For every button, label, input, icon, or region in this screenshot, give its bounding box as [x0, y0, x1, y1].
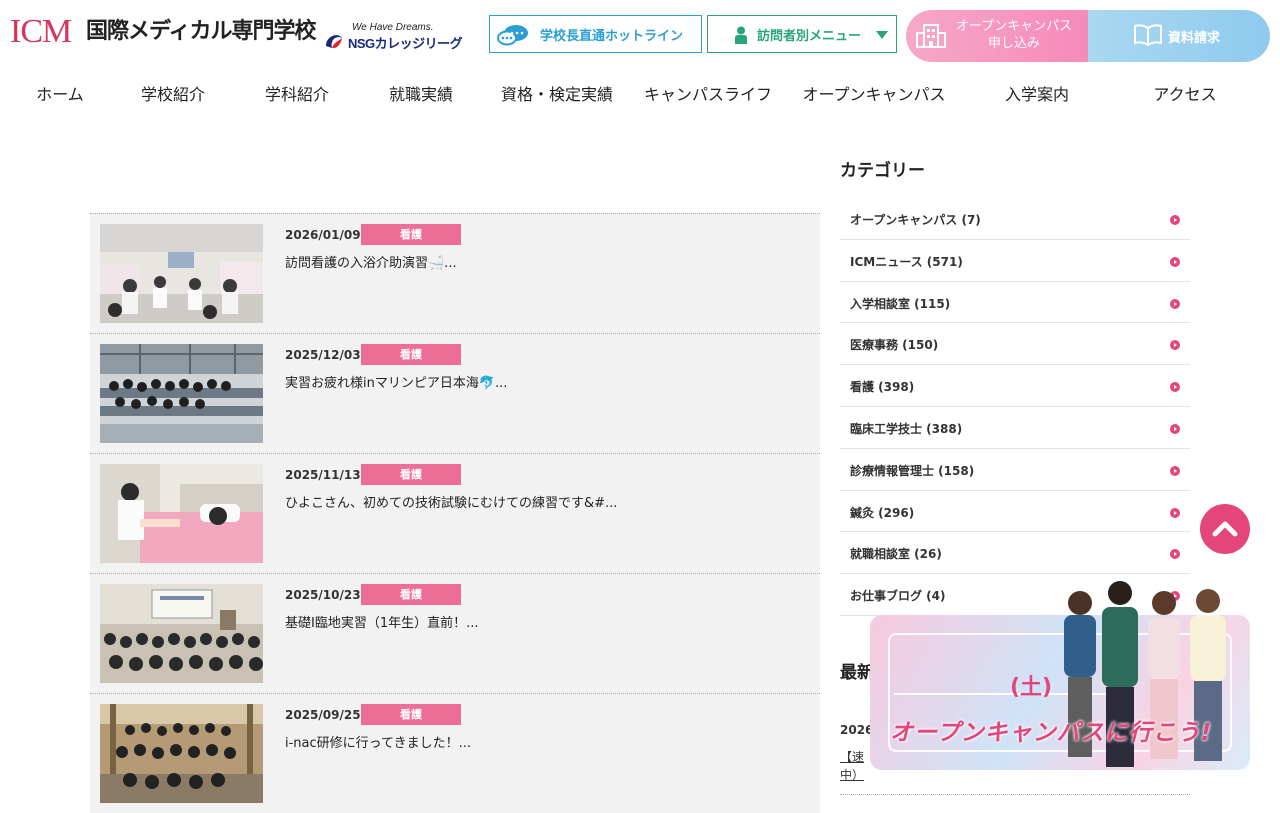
divider: [840, 794, 1190, 795]
category-label: ICMニュース (571): [850, 254, 963, 269]
category-label: 診療情報管理士 (158): [850, 463, 975, 478]
arrow-right-icon: [1170, 298, 1180, 309]
post-item[interactable]: 2025/11/13 看護 ひよこさん、初めての技術試験にむけての練習です&#.…: [90, 453, 820, 573]
banner-headline: オープンキャンパスに行こう!: [890, 720, 1213, 746]
post-list: 2026/01/09 看護 訪問看護の入浴介助演習🛁... 2025/12/03…: [90, 213, 820, 813]
open-book-icon: [1134, 24, 1162, 46]
category-label: 就職相談室 (26): [850, 547, 942, 562]
recent-post-link[interactable]: 【速: [840, 748, 864, 766]
post-thumbnail[interactable]: [100, 584, 263, 683]
post-thumbnail[interactable]: [100, 464, 263, 563]
open-campus-apply-button[interactable]: オープンキャンパス 申し込み: [906, 10, 1088, 62]
arrow-right-icon: [1170, 215, 1180, 225]
arrow-right-icon: [1170, 465, 1180, 476]
post-date: 2026/01/09: [285, 228, 361, 242]
person-icon: [735, 26, 747, 44]
building-icon: [916, 24, 946, 48]
category-item[interactable]: 臨床工学技士 (388): [840, 407, 1190, 449]
nav-item-employment[interactable]: 就職実績: [376, 76, 466, 114]
speech-bubble-icon: [497, 25, 528, 46]
logo-school-name: 国際メディカル専門学校: [86, 19, 316, 44]
category-item[interactable]: 診療情報管理士 (158): [840, 449, 1190, 491]
category-label: 医療事務 (150): [850, 338, 939, 353]
nsg-tagline: We Have Dreams.: [352, 22, 434, 33]
category-item[interactable]: 医療事務 (150): [840, 323, 1190, 366]
post-thumbnail[interactable]: [100, 704, 263, 803]
category-item[interactable]: オープンキャンパス (7): [840, 198, 1190, 240]
arrow-right-icon: [1170, 340, 1180, 351]
arrow-right-icon: [1170, 423, 1180, 434]
principal-hotline-button[interactable]: 学校長直通ホットライン: [489, 15, 702, 53]
open-campus-label-line2: 申し込み: [987, 36, 1040, 51]
main-nav: ホーム 学校紹介 学科紹介 就職実績 資格・検定実績 キャンパスライフ オープン…: [0, 76, 1280, 114]
category-list: オープンキャンパス (7) ICMニュース (571) 入学相談室 (115) …: [840, 198, 1190, 616]
nav-item-home[interactable]: ホーム: [20, 76, 100, 114]
post-thumbnail[interactable]: [100, 224, 263, 323]
category-item[interactable]: 鍼灸 (296): [840, 491, 1190, 533]
post-title[interactable]: 基礎Ⅰ臨地実習（1年生）直前！...: [285, 615, 479, 633]
post-item[interactable]: 2025/10/23 看護 基礎Ⅰ臨地実習（1年生）直前！...: [90, 573, 820, 693]
nav-item-admissions[interactable]: 入学案内: [992, 76, 1082, 114]
open-campus-banner[interactable]: (土) オープンキャンパスに行こう!: [870, 579, 1250, 770]
nav-item-access[interactable]: アクセス: [1140, 76, 1230, 114]
category-label: オープンキャンパス (7): [850, 213, 981, 227]
visitor-menu-dropdown[interactable]: 訪問者別メニュー: [707, 15, 897, 53]
post-title[interactable]: 訪問看護の入浴介助演習🛁...: [285, 255, 457, 273]
post-item[interactable]: 2025/12/03 看護 実習お疲れ様inマリンピア日本海🐬...: [90, 333, 820, 453]
recent-post-date: 2026: [840, 723, 874, 737]
arrow-right-icon: [1170, 382, 1180, 393]
document-request-label: 資料請求: [1168, 31, 1221, 46]
back-to-top-button[interactable]: [1200, 504, 1250, 554]
category-label: 看護 (398): [850, 380, 915, 395]
nsg-name: NSGカレッジリーグ: [348, 36, 463, 51]
chevron-down-icon: [876, 31, 888, 39]
post-category-badge[interactable]: 看護: [361, 344, 461, 365]
post-thumbnail[interactable]: [100, 344, 263, 443]
category-item[interactable]: ICMニュース (571): [840, 240, 1190, 282]
visitor-menu-label: 訪問者別メニュー: [757, 29, 862, 44]
open-campus-label-line1: オープンキャンパス: [955, 19, 1073, 34]
post-category-badge[interactable]: 看護: [361, 704, 461, 725]
nav-item-qualifications[interactable]: 資格・検定実績: [496, 76, 618, 114]
post-item[interactable]: 2025/09/25 看護 i-nac研修に行ってきました！...: [90, 693, 820, 813]
recent-post-link-continued[interactable]: 中）: [840, 766, 864, 784]
arrow-right-icon: [1170, 507, 1180, 518]
post-category-badge[interactable]: 看護: [361, 224, 461, 245]
nsg-swirl-icon: [326, 35, 342, 49]
post-date: 2025/10/23: [285, 588, 361, 602]
category-label: 入学相談室 (115): [850, 296, 951, 311]
post-category-badge[interactable]: 看護: [361, 584, 461, 605]
nav-item-campus-life[interactable]: キャンパスライフ: [640, 76, 776, 114]
nsg-college-league-logo[interactable]: We Have Dreams. NSGカレッジリーグ: [324, 22, 464, 52]
document-request-button[interactable]: 資料請求: [1088, 10, 1270, 62]
recent-posts-heading: 最新: [840, 663, 874, 683]
post-date: 2025/12/03: [285, 348, 361, 362]
category-item[interactable]: 看護 (398): [840, 365, 1190, 407]
nav-item-departments[interactable]: 学科紹介: [252, 76, 342, 114]
category-label: 臨床工学技士 (388): [850, 421, 963, 436]
post-title[interactable]: i-nac研修に行ってきました！...: [285, 735, 471, 753]
site-header: ICM 国際メディカル専門学校 We Have Dreams. NSGカレッジリ…: [0, 0, 1280, 70]
nav-item-open-campus[interactable]: オープンキャンパス: [798, 76, 950, 114]
post-date: 2025/11/13: [285, 468, 361, 482]
logo-icm-text: ICM: [10, 13, 72, 50]
post-title[interactable]: ひよこさん、初めての技術試験にむけての練習です&#...: [285, 495, 617, 513]
chevron-up-icon: [1212, 521, 1238, 537]
category-item[interactable]: 就職相談室 (26): [840, 532, 1190, 575]
post-title[interactable]: 実習お疲れ様inマリンピア日本海🐬...: [285, 375, 507, 393]
arrow-right-icon: [1170, 549, 1180, 560]
post-category-badge[interactable]: 看護: [361, 464, 461, 485]
post-date: 2025/09/25: [285, 708, 361, 722]
nav-item-about[interactable]: 学校紹介: [128, 76, 218, 114]
hotline-label: 学校長直通ホットライン: [540, 29, 684, 44]
category-heading: カテゴリー: [840, 161, 925, 181]
arrow-right-icon: [1170, 256, 1180, 267]
category-item[interactable]: 入学相談室 (115): [840, 282, 1190, 324]
category-label: 鍼灸 (296): [850, 505, 915, 520]
post-item[interactable]: 2026/01/09 看護 訪問看護の入浴介助演習🛁...: [90, 213, 820, 333]
